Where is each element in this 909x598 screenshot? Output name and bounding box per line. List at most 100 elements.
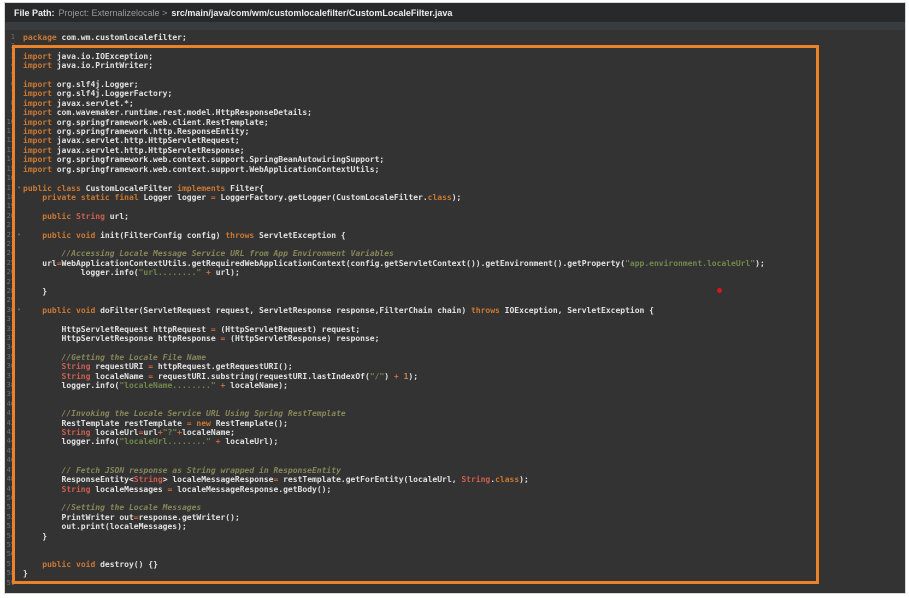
code-line[interactable]: 8import javax.servlet.*;	[5, 99, 905, 108]
code-text: // Fetch JSON response as String wrapped…	[23, 466, 905, 475]
gutter-spacer	[15, 146, 23, 155]
code-text: HttpServletResponse httpResponse = (Http…	[23, 334, 905, 343]
line-number: 15	[5, 165, 15, 174]
code-line[interactable]: 46	[5, 456, 905, 465]
code-text	[23, 343, 905, 352]
code-text: HttpServletRequest httpRequest = (HttpSe…	[23, 325, 905, 334]
code-line[interactable]: 10import org.springframework.web.client.…	[5, 118, 905, 127]
gutter-spacer	[15, 325, 23, 334]
code-line[interactable]: 50	[5, 494, 905, 503]
line-number: 55	[5, 541, 15, 550]
code-line[interactable]: 59	[5, 579, 905, 588]
code-line[interactable]: 57 public void destroy() {}	[5, 560, 905, 569]
code-line[interactable]: 37 String localeName = requestURI.substr…	[5, 372, 905, 381]
code-line[interactable]: 38 logger.info("localeName........" + lo…	[5, 381, 905, 390]
code-line[interactable]: 45	[5, 447, 905, 456]
code-text: //Invoking the Locale Service URL Using …	[23, 409, 905, 418]
code-line[interactable]: 7import org.slf4j.LoggerFactory;	[5, 89, 905, 98]
line-number: 20	[5, 212, 15, 221]
gutter-spacer	[15, 513, 23, 522]
line-number: 39	[5, 390, 15, 399]
line-number: 6	[5, 80, 15, 89]
code-line[interactable]: 26 logger.info("url........" + url);	[5, 268, 905, 277]
code-text: package com.wm.customlocalefilter;	[23, 33, 905, 42]
code-line[interactable]: 15import org.springframework.web.context…	[5, 165, 905, 174]
line-number: 3	[5, 52, 15, 61]
code-line[interactable]: 49 String localeMessages = localeMessage…	[5, 485, 905, 494]
code-line[interactable]: 58}	[5, 569, 905, 578]
code-line[interactable]: 21	[5, 221, 905, 230]
line-number: 41	[5, 409, 15, 418]
line-number: 19	[5, 202, 15, 211]
code-line[interactable]: 39	[5, 390, 905, 399]
code-line[interactable]: 14import org.springframework.web.context…	[5, 155, 905, 164]
annotation-red-dot	[717, 288, 722, 293]
code-line[interactable]: 33 HttpServletResponse httpResponse = (H…	[5, 334, 905, 343]
gutter-spacer	[15, 353, 23, 362]
line-number: 12	[5, 136, 15, 145]
code-text	[23, 296, 905, 305]
code-line[interactable]: 18 private static final Logger logger = …	[5, 193, 905, 202]
line-number: 27	[5, 278, 15, 287]
code-area[interactable]: 1package com.wm.customlocalefilter;23imp…	[5, 30, 905, 593]
gutter-spacer	[15, 503, 23, 512]
line-number: 9	[5, 108, 15, 117]
code-line[interactable]: 54 }	[5, 532, 905, 541]
code-line[interactable]: 29	[5, 296, 905, 305]
code-line[interactable]: 48 ResponseEntity<String> localeMessageR…	[5, 475, 905, 484]
code-line[interactable]: 35 //Getting the Locale File Name	[5, 353, 905, 362]
code-line[interactable]: 30▾ public void doFilter(ServletRequest …	[5, 306, 905, 315]
code-line[interactable]: 25 url=WebApplicationContextUtils.getReq…	[5, 259, 905, 268]
code-text	[23, 221, 905, 230]
code-line[interactable]: 22▾ public void init(FilterConfig config…	[5, 231, 905, 240]
code-line[interactable]: 31	[5, 315, 905, 324]
code-line[interactable]: 52 PrintWriter out=response.getWriter();	[5, 513, 905, 522]
code-line[interactable]: 51 //Setting the Locale Messages	[5, 503, 905, 512]
code-line[interactable]: 24 //Accessing Locale Message Service UR…	[5, 249, 905, 258]
code-line[interactable]: 23	[5, 240, 905, 249]
code-line[interactable]: 41 //Invoking the Locale Service URL Usi…	[5, 409, 905, 418]
code-line[interactable]: 47 // Fetch JSON response as String wrap…	[5, 466, 905, 475]
code-text	[23, 579, 905, 588]
code-text	[23, 494, 905, 503]
code-line[interactable]: 3import java.io.IOException;	[5, 52, 905, 61]
gutter-spacer	[15, 212, 23, 221]
code-line[interactable]: 1package com.wm.customlocalefilter;	[5, 33, 905, 42]
code-line[interactable]: 56	[5, 550, 905, 559]
fold-marker-icon[interactable]: ▾	[15, 306, 23, 315]
line-number: 22	[5, 231, 15, 240]
code-line[interactable]: 2	[5, 42, 905, 51]
code-line[interactable]: 28 }	[5, 287, 905, 296]
line-number: 45	[5, 447, 15, 456]
code-line[interactable]: 44 logger.info("localeUrl........" + loc…	[5, 437, 905, 446]
code-line[interactable]: 42 RestTemplate restTemplate = new RestT…	[5, 419, 905, 428]
code-line[interactable]: 12 import javax.servlet.http.HttpServletR…	[5, 136, 905, 145]
code-line[interactable]: 4import java.io.PrintWriter;	[5, 61, 905, 70]
code-line[interactable]: 20 public String url;	[5, 212, 905, 221]
code-line[interactable]: 13import javax.servlet.http.HttpServletR…	[5, 146, 905, 155]
line-number: 52	[5, 513, 15, 522]
code-line[interactable]: 36 String requestURI = httpRequest.getRe…	[5, 362, 905, 371]
code-line[interactable]: 19	[5, 202, 905, 211]
fold-marker-icon[interactable]: ▾	[15, 184, 23, 193]
gutter-spacer	[15, 485, 23, 494]
code-line[interactable]: 17▾public class CustomLocaleFilter imple…	[5, 184, 905, 193]
code-line[interactable]: 34	[5, 343, 905, 352]
code-line[interactable]: 55	[5, 541, 905, 550]
fold-marker-icon[interactable]: ▾	[15, 231, 23, 240]
code-line[interactable]: 5	[5, 71, 905, 80]
code-text	[23, 400, 905, 409]
breadcrumb-project: Project: Externalizelocale >	[59, 8, 168, 18]
code-line[interactable]: 27	[5, 278, 905, 287]
code-line[interactable]: 53 out.print(localeMessages);	[5, 522, 905, 531]
code-line[interactable]: 32 HttpServletRequest httpRequest = (Htt…	[5, 325, 905, 334]
code-line[interactable]: 16	[5, 174, 905, 183]
line-number: 26	[5, 268, 15, 277]
code-text: import javax.servlet.http.HttpServletReq…	[23, 136, 905, 145]
code-line[interactable]: 9import com.wavemaker.runtime.rest.model…	[5, 108, 905, 117]
code-line[interactable]: 40	[5, 400, 905, 409]
gutter-spacer	[15, 61, 23, 70]
code-editor-window: File Path: Project: Externalizelocale > …	[4, 2, 906, 594]
gutter-spacer	[15, 268, 23, 277]
code-text	[23, 42, 905, 51]
